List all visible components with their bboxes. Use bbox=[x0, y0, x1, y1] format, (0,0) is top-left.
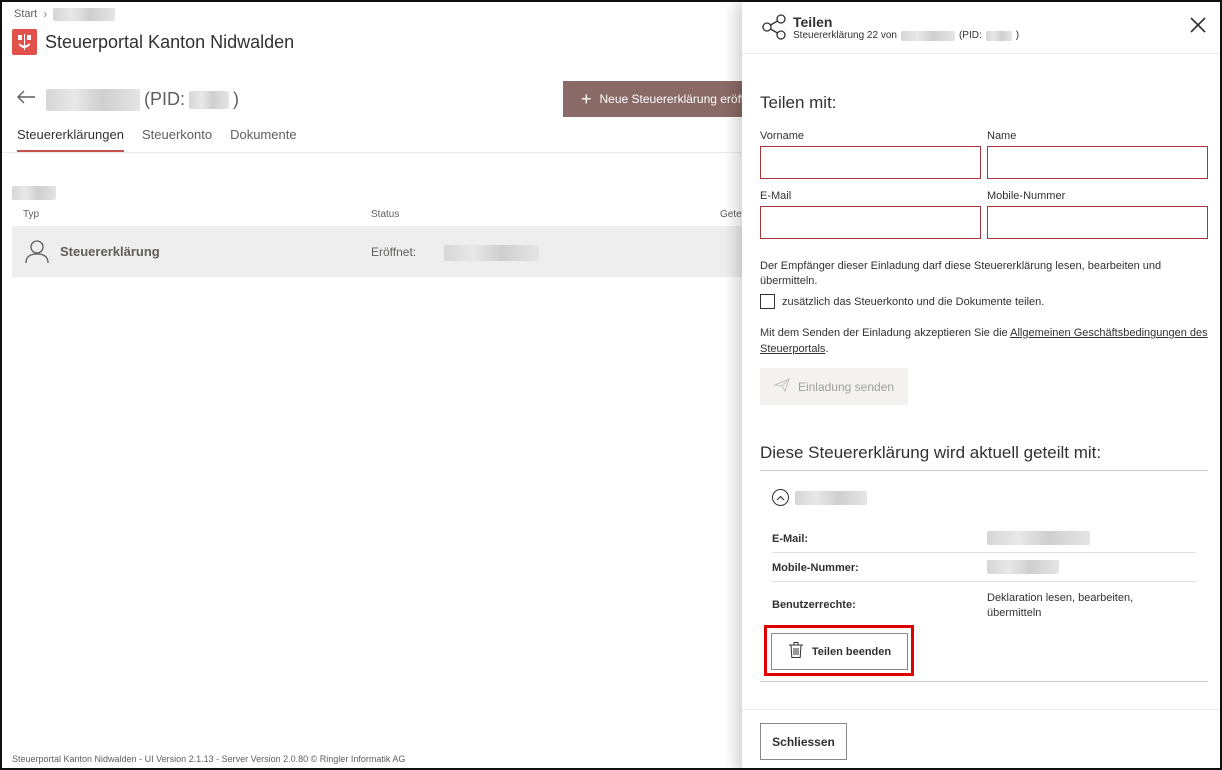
redacted-panel-pid bbox=[985, 30, 1012, 41]
taxpayer-header: (PID: ) bbox=[16, 88, 239, 111]
breadcrumb-separator-icon: › bbox=[43, 7, 48, 21]
end-sharing-label: Teilen beenden bbox=[811, 645, 892, 658]
breadcrumb-start[interactable]: Start bbox=[14, 8, 37, 20]
page-title: Steuerportal Kanton Nidwalden bbox=[45, 31, 295, 52]
close-icon[interactable] bbox=[1190, 16, 1206, 36]
table-row[interactable]: Steuererklärung Eröffnet: bbox=[12, 226, 752, 277]
redacted-owner bbox=[900, 30, 955, 41]
share-account-checkbox-row[interactable]: zusätzlich das Steuerkonto und die Dokum… bbox=[760, 294, 1044, 309]
tab-steuerkonto[interactable]: Steuerkonto bbox=[142, 127, 212, 152]
redacted-pid bbox=[189, 90, 230, 109]
detail-divider bbox=[772, 581, 1196, 582]
redacted-shared-mobile bbox=[987, 560, 1187, 575]
redacted-user-name bbox=[795, 490, 867, 505]
person-icon bbox=[24, 238, 50, 264]
share-panel: Teilen Steuererklärung 22 von (PID: ) Te… bbox=[742, 2, 1220, 768]
redacted-date bbox=[444, 244, 539, 262]
new-return-button[interactable]: + Neue Steuererklärung eröffnen bbox=[563, 81, 763, 117]
plus-icon: + bbox=[581, 88, 592, 109]
mobile-field[interactable] bbox=[987, 206, 1208, 239]
shared-mobile-label: Mobile-Nummer: bbox=[772, 562, 859, 574]
detail-divider bbox=[772, 552, 1196, 553]
shared-with-heading: Diese Steuererklärung wird aktuell getei… bbox=[760, 443, 1102, 462]
row-status: Eröffnet: bbox=[371, 245, 417, 259]
lastname-label: Name bbox=[987, 130, 1017, 142]
firstname-field[interactable] bbox=[760, 146, 981, 179]
end-sharing-button[interactable]: Teilen beenden bbox=[771, 633, 908, 670]
close-button[interactable]: Schliessen bbox=[760, 723, 847, 760]
shared-email-label: E-Mail: bbox=[772, 533, 809, 545]
share-account-label: zusätzlich das Steuerkonto und die Dokum… bbox=[782, 295, 1045, 308]
pid-suffix: ) bbox=[233, 89, 240, 109]
tab-bar: Steuererklärungen Steuerkonto Dokumente bbox=[17, 127, 297, 152]
chevron-up-icon[interactable] bbox=[772, 489, 789, 506]
footer: Steuerportal Kanton Nidwalden - UI Versi… bbox=[12, 754, 406, 764]
panel-subtitle: Steuererklärung 22 von (PID: ) bbox=[793, 30, 1019, 41]
subtitle-pid: (PID: bbox=[958, 30, 982, 41]
email-label: E-Mail bbox=[760, 190, 792, 202]
panel-header: Teilen Steuererklärung 22 von (PID: ) bbox=[742, 2, 1220, 54]
shared-bottom-divider bbox=[760, 681, 1208, 682]
tab-steuererklaerungen[interactable]: Steuererklärungen bbox=[17, 127, 124, 152]
terms-text: Mit dem Senden der Einladung akzeptieren… bbox=[760, 325, 1210, 357]
subtitle-suffix: ) bbox=[1015, 30, 1020, 41]
shared-divider bbox=[760, 470, 1208, 471]
panel-footer-divider bbox=[742, 709, 1220, 710]
send-invitation-button[interactable]: Einladung senden bbox=[760, 368, 908, 405]
redacted-breadcrumb bbox=[53, 7, 116, 21]
tab-divider bbox=[2, 152, 742, 153]
pid-prefix: (PID: bbox=[144, 89, 186, 109]
permission-info: Der Empfänger dieser Einladung darf dies… bbox=[760, 260, 1162, 287]
app-window: Start › Steuerportal Kanton Nidwalden (P… bbox=[0, 0, 1222, 770]
column-header-status: Status bbox=[371, 209, 400, 220]
taxpayer-name: (PID: ) bbox=[46, 88, 240, 111]
back-arrow-icon[interactable] bbox=[16, 88, 36, 111]
terms-suffix: . bbox=[825, 343, 829, 355]
share-with-heading: Teilen mit: bbox=[760, 93, 837, 112]
share-account-checkbox[interactable] bbox=[760, 294, 775, 309]
rights-label: Benutzerrechte: bbox=[772, 599, 856, 611]
new-return-label: Neue Steuererklärung eröffnen bbox=[599, 92, 763, 106]
row-type: Steuererklärung bbox=[60, 244, 160, 259]
terms-prefix: Mit dem Senden der Einladung akzeptieren… bbox=[760, 327, 1011, 339]
send-icon bbox=[772, 378, 790, 395]
subtitle-prefix: Steuererklärung 22 von bbox=[793, 30, 897, 41]
brand: Steuerportal Kanton Nidwalden bbox=[12, 29, 294, 55]
column-header-type: Typ bbox=[23, 209, 40, 220]
panel-title: Teilen bbox=[793, 14, 833, 30]
lastname-field[interactable] bbox=[987, 146, 1208, 179]
share-icon bbox=[760, 13, 788, 46]
logo-icon bbox=[12, 29, 37, 55]
shared-user-accordion[interactable] bbox=[772, 489, 867, 506]
trash-icon bbox=[788, 641, 804, 662]
firstname-label: Vorname bbox=[760, 130, 805, 142]
rights-value: Deklaration lesen, bearbeiten, übermitte… bbox=[987, 592, 1134, 619]
redacted-year bbox=[12, 184, 56, 202]
email-field[interactable] bbox=[760, 206, 981, 239]
redacted-name bbox=[46, 88, 140, 111]
redacted-shared-email bbox=[987, 531, 1187, 546]
send-invitation-label: Einladung senden bbox=[797, 379, 895, 394]
mobile-label: Mobile-Nummer bbox=[987, 190, 1066, 202]
tab-dokumente[interactable]: Dokumente bbox=[230, 127, 296, 152]
breadcrumb: Start › bbox=[14, 7, 116, 21]
